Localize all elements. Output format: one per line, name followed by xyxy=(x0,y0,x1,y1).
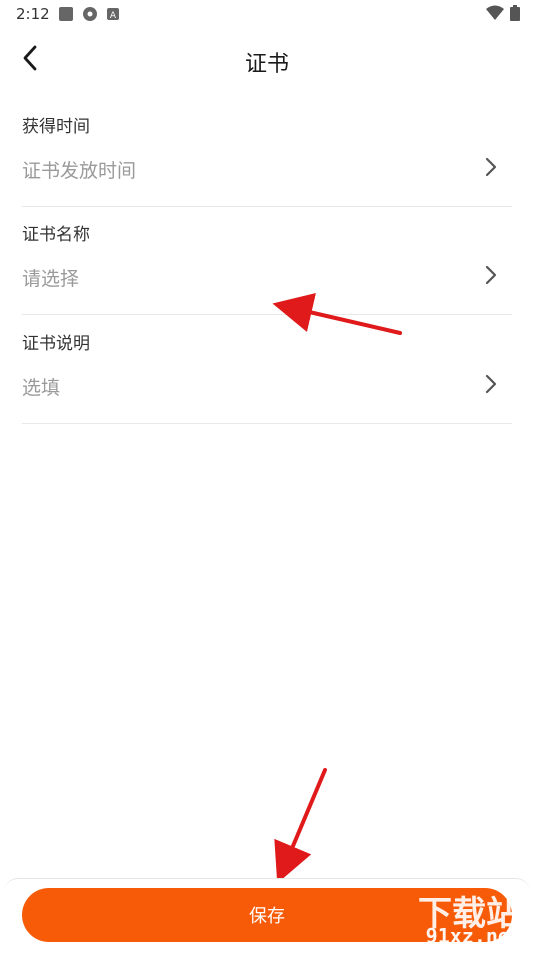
svg-text:A: A xyxy=(110,11,117,21)
form-row-obtain-time[interactable]: 获得时间 证书发放时间 xyxy=(22,98,512,207)
chevron-right-icon xyxy=(485,374,497,394)
status-icons-right xyxy=(486,5,520,25)
app-header: 证书 xyxy=(0,30,534,88)
status-time: 2:12 xyxy=(16,5,50,23)
certificate-name-select[interactable]: 请选择 xyxy=(22,264,79,291)
certificate-description-field[interactable]: 选填 xyxy=(22,373,60,400)
battery-icon xyxy=(510,5,520,25)
wifi-icon xyxy=(486,5,504,25)
row-label: 获得时间 xyxy=(22,117,90,137)
watermark-logo: 下载站 91xz.net xyxy=(360,886,530,950)
row-label: 证书名称 xyxy=(22,225,90,245)
a-badge-icon: A xyxy=(106,6,120,26)
row-label: 证书说明 xyxy=(22,334,90,354)
chevron-right-icon xyxy=(485,157,497,177)
form-row-certificate-description[interactable]: 证书说明 选填 xyxy=(22,315,512,424)
status-icons-left: A xyxy=(58,6,120,26)
status-bar: 2:12 A xyxy=(0,0,534,28)
page-title: 证书 xyxy=(244,52,289,77)
settings-flower-icon xyxy=(82,6,98,26)
chevron-right-icon xyxy=(485,265,497,285)
watermark-bottom-text: 91xz.net xyxy=(425,924,522,948)
app-square-icon xyxy=(58,6,74,26)
annotation-arrow-to-save-button xyxy=(274,768,327,884)
form-row-certificate-name[interactable]: 证书名称 请选择 xyxy=(22,206,512,315)
obtain-time-field[interactable]: 证书发放时间 xyxy=(22,156,136,183)
